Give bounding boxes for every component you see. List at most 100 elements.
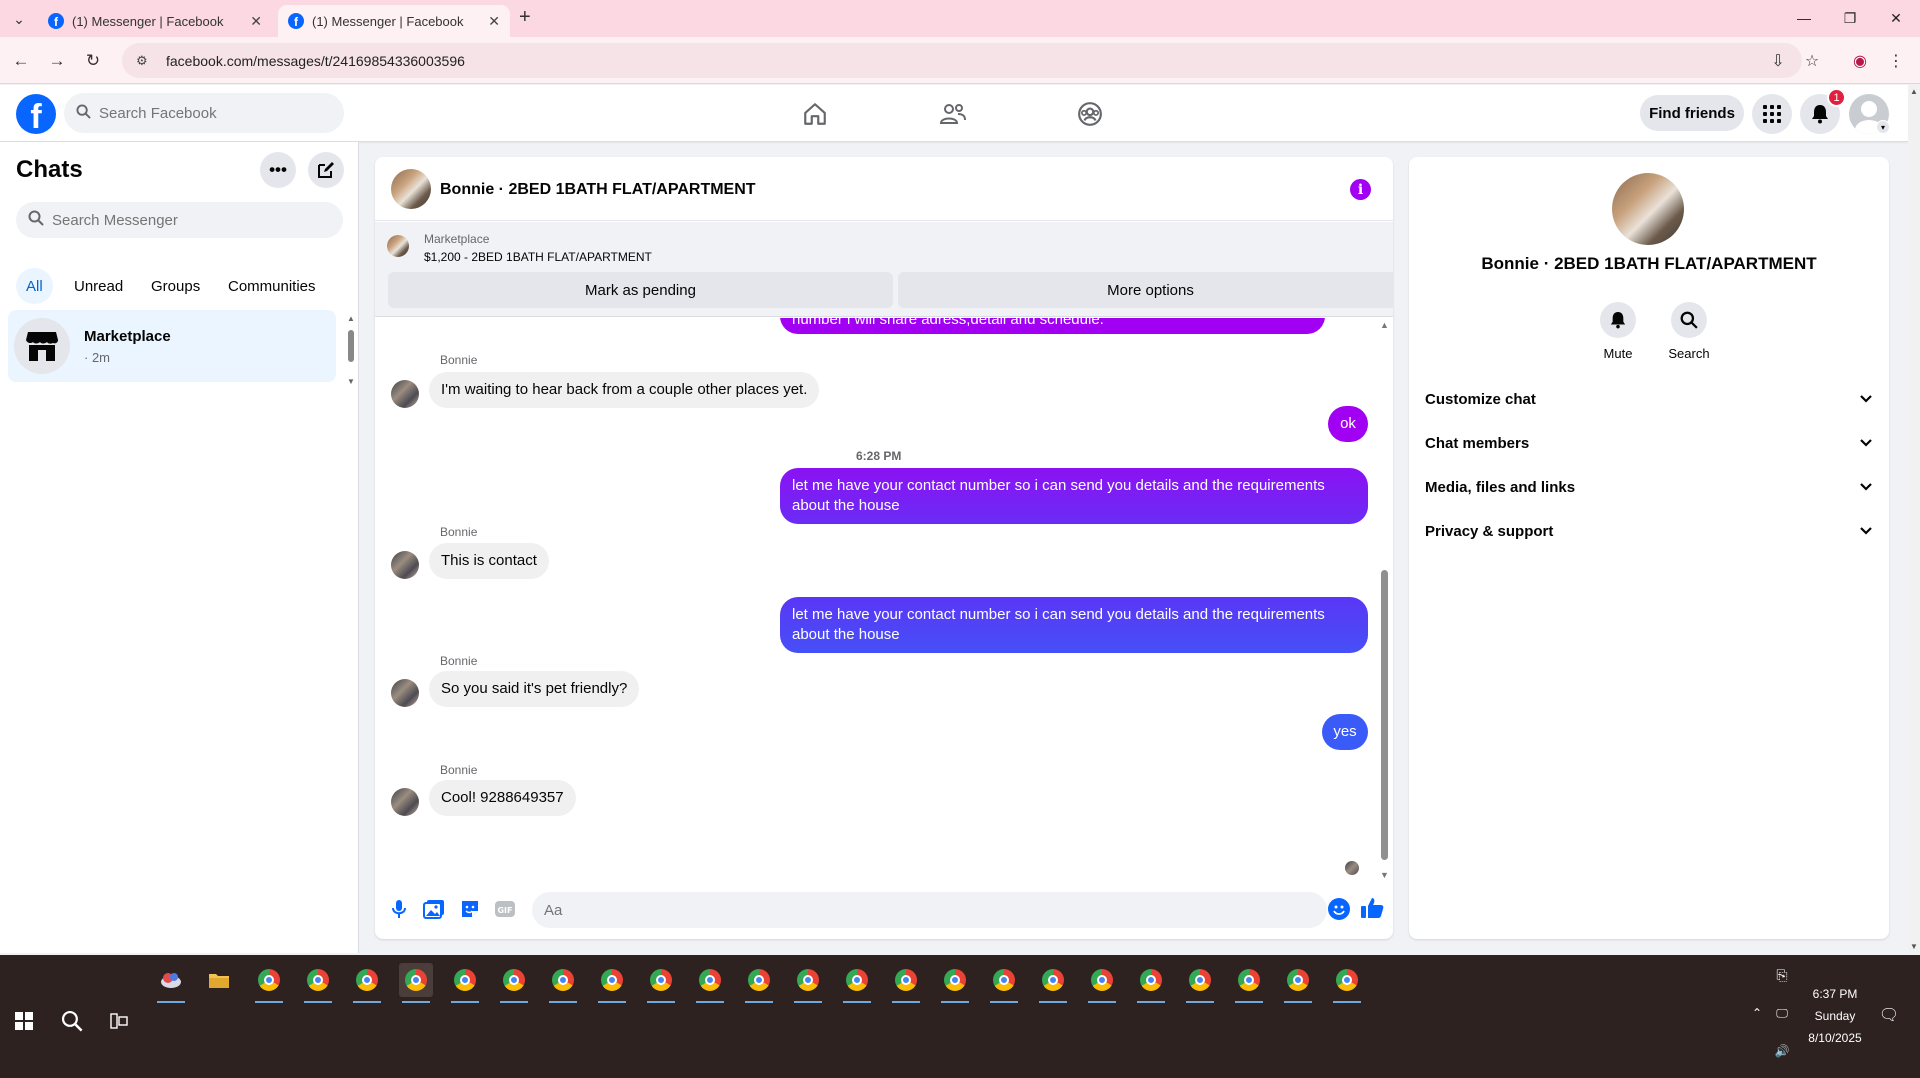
taskbar-search-icon[interactable] [54,1003,90,1039]
message-bubble-outgoing[interactable]: number i will share adress,detail and sc… [780,318,1325,334]
chrome-window-icon[interactable] [252,963,286,1003]
photo-gallery-icon[interactable] [422,897,446,921]
scrollbar-thumb[interactable] [348,330,354,362]
reload-icon[interactable]: ↻ [80,48,106,74]
chrome-window-icon[interactable] [1183,963,1217,1003]
search-action[interactable]: Search [1659,302,1719,361]
scrollbar-thumb[interactable] [1381,570,1388,860]
windows-start-icon[interactable] [6,1003,42,1039]
chrome-window-icon[interactable] [1036,963,1070,1003]
filter-unread-tab[interactable]: Unread [64,268,133,304]
close-window-icon[interactable]: ✕ [1876,4,1916,32]
message-bubble-outgoing[interactable]: ok [1328,406,1368,442]
chrome-window-icon[interactable] [889,963,923,1003]
messenger-search-input[interactable] [52,211,343,229]
install-app-icon[interactable]: ⇩ [1765,48,1791,74]
listing-photo-avatar[interactable] [391,169,431,209]
chrome-window-icon[interactable] [1281,963,1315,1003]
clock-day[interactable]: Sunday [1790,1009,1880,1023]
chrome-window-icon[interactable] [987,963,1021,1003]
scroll-up-arrow-icon[interactable]: ▲ [1910,87,1918,96]
thread-scrollbar[interactable]: ▲ ▼ [1378,318,1390,878]
chrome-window-icon[interactable] [301,963,335,1003]
facebook-search-input[interactable] [99,104,344,122]
messenger-search-box[interactable] [16,202,343,238]
chrome-window-icon[interactable] [791,963,825,1003]
clock-time[interactable]: 6:37 PM [1790,987,1880,1001]
url-omnibox[interactable]: ⚙ facebook.com/messages/t/24169854336003… [122,43,1802,78]
back-arrow-icon[interactable]: ← [8,48,34,74]
chrome-window-icon[interactable] [399,963,433,1003]
message-bubble-outgoing[interactable]: let me have your contact number so i can… [780,468,1368,524]
message-input-box[interactable] [532,892,1327,928]
notification-center-icon[interactable]: 🗨 [1878,1005,1900,1025]
more-options-button[interactable]: More options [898,272,1393,308]
menu-grid-icon[interactable] [1752,94,1792,134]
message-bubble-incoming[interactable]: I'm waiting to hear back from a couple o… [429,372,820,408]
chrome-window-icon[interactable] [840,963,874,1003]
find-friends-button[interactable]: Find friends [1640,95,1744,131]
conversation-info-icon[interactable]: i [1350,179,1371,200]
chrome-window-icon[interactable] [1134,963,1168,1003]
message-bubble-incoming[interactable]: Cool! 9288649357 [429,780,576,816]
new-tab-plus-icon[interactable]: + [519,6,531,29]
browser-tab-2[interactable]: f (1) Messenger | Facebook ✕ [278,5,510,37]
message-bubble-incoming[interactable]: So you said it's pet friendly? [429,671,640,707]
filter-communities-tab[interactable]: Communities [218,268,326,304]
profile-icon[interactable]: ◉ [1847,48,1873,74]
media-files-links-section[interactable]: Media, files and links [1425,469,1873,505]
tray-chevron-up-icon[interactable]: ⌃ [1748,1006,1766,1020]
message-bubble-outgoing[interactable]: yes [1322,714,1368,750]
scroll-up-arrow-icon[interactable]: ▲ [1380,320,1389,330]
mute-action[interactable]: Mute [1588,302,1648,361]
scroll-up-arrow-icon[interactable]: ▲ [347,314,355,323]
groups-icon[interactable] [1075,99,1105,129]
tray-network-icon[interactable]: 🖵 [1772,1006,1792,1021]
emoji-icon[interactable] [1328,898,1350,920]
thumbs-up-like-icon[interactable] [1358,894,1386,922]
chat-members-section[interactable]: Chat members [1425,425,1873,461]
friends-icon[interactable] [938,99,968,129]
chat-list-item-marketplace[interactable]: Marketplace · 2m [8,310,336,382]
message-bubble-incoming[interactable]: This is contact [429,543,549,579]
conversation-title[interactable]: Bonnie · 2BED 1BATH FLAT/APARTMENT [440,181,756,199]
chrome-window-icon[interactable] [546,963,580,1003]
bookmark-star-icon[interactable]: ☆ [1799,48,1825,74]
filter-all-tab[interactable]: All [16,268,53,304]
page-scrollbar[interactable]: ▲ ▼ [1908,85,1920,953]
sticker-icon[interactable] [458,897,482,921]
message-bubble-outgoing[interactable]: let me have your contact number so i can… [780,597,1368,653]
sender-avatar[interactable] [391,788,419,816]
chrome-window-icon[interactable] [1085,963,1119,1003]
scroll-down-arrow-icon[interactable]: ▼ [1910,942,1918,951]
chrome-window-icon[interactable] [1330,963,1364,1003]
restore-window-icon[interactable]: ❐ [1830,4,1870,32]
forward-arrow-icon[interactable]: → [44,48,70,74]
facebook-logo-icon[interactable]: f [16,94,56,134]
browser-tab-1[interactable]: f (1) Messenger | Facebook ✕ [38,5,272,37]
file-explorer-icon[interactable] [202,963,236,997]
minimize-window-icon[interactable]: — [1784,4,1824,32]
chrome-window-icon[interactable] [742,963,776,1003]
close-tab-icon[interactable]: ✕ [250,13,262,30]
message-input[interactable] [544,901,1283,919]
home-icon[interactable] [800,99,830,129]
chat-list-scrollbar[interactable]: ▲ ▼ [347,314,355,386]
microphone-icon[interactable] [387,897,411,921]
task-view-icon[interactable] [101,1003,137,1039]
chrome-window-icon[interactable] [938,963,972,1003]
chrome-window-icon[interactable] [1232,963,1266,1003]
more-options-icon[interactable]: ••• [260,152,296,188]
facebook-search-box[interactable] [64,93,344,133]
customize-chat-section[interactable]: Customize chat [1425,381,1873,417]
scroll-down-arrow-icon[interactable]: ▼ [347,377,355,386]
chrome-window-icon[interactable] [497,963,531,1003]
chrome-window-icon[interactable] [448,963,482,1003]
chrome-window-icon[interactable] [693,963,727,1003]
listing-price-title[interactable]: $1,200 - 2BED 1BATH FLAT/APARTMENT [424,250,652,264]
tray-device-icon[interactable]: ⎘ [1772,967,1792,984]
close-tab-icon[interactable]: ✕ [488,13,500,30]
sender-avatar[interactable] [391,551,419,579]
sender-avatar[interactable] [391,679,419,707]
mark-as-pending-button[interactable]: Mark as pending [388,272,893,308]
